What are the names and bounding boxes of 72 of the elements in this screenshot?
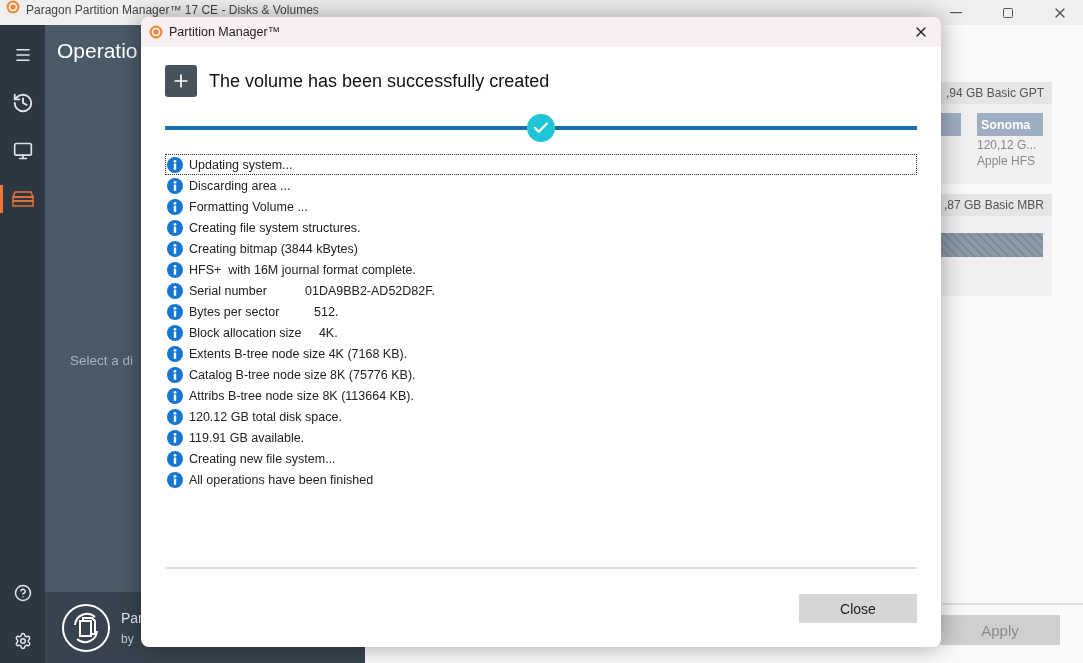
help-icon xyxy=(13,584,32,602)
log-text: 119.91 GB available. xyxy=(189,430,305,445)
vendor-text: by xyxy=(121,631,134,646)
log-entry[interactable]: HFS+ with 16M journal format complete. xyxy=(165,259,917,280)
log-text: All operations have been finished xyxy=(189,472,374,487)
panel-heading: Operatio xyxy=(57,39,138,63)
info-icon xyxy=(167,387,183,404)
log-entry[interactable]: 120.12 GB total disk space. xyxy=(165,406,917,427)
info-icon xyxy=(167,429,183,446)
log-entry[interactable]: 119.91 GB available. xyxy=(165,427,917,448)
clock-icon xyxy=(11,92,34,114)
info-icon xyxy=(167,471,183,488)
log-text: Serial number 01DA9BB2-AD52D82F. xyxy=(189,283,435,298)
log-entry[interactable]: Creating bitmap (3844 kBytes) xyxy=(165,238,917,259)
log-text: Updating system... xyxy=(189,157,293,172)
log-text: Catalog B-tree node size 8K (75776 KB). xyxy=(189,367,416,382)
log-entry[interactable]: Extents B-tree node size 4K (7168 KB). xyxy=(165,343,917,364)
settings-icon xyxy=(13,632,32,650)
info-icon xyxy=(167,240,183,257)
info-icon xyxy=(167,324,183,341)
monitor-icon xyxy=(12,141,33,161)
log-text: Bytes per sector 512. xyxy=(189,304,339,319)
file-system: Apple HFS xyxy=(977,154,1037,168)
log-entry[interactable]: Attribs B-tree node size 8K (113664 KB). xyxy=(165,385,917,406)
info-icon xyxy=(167,219,183,236)
app-logo-icon xyxy=(149,25,163,39)
info-icon xyxy=(167,198,183,215)
hint-text: Select a di xyxy=(70,353,134,368)
log-text: Creating bitmap (3844 kBytes) xyxy=(189,241,358,256)
log-entry[interactable]: Updating system... xyxy=(165,154,917,175)
stacked-drives-icon xyxy=(11,191,34,207)
log-entry[interactable]: Catalog B-tree node size 8K (75776 KB). xyxy=(165,364,917,385)
info-icon xyxy=(167,261,183,278)
dialog-heading: The volume has been successfully created xyxy=(209,70,550,92)
log-entry[interactable]: Creating new file system... xyxy=(165,448,917,469)
log-text: Creating new file system... xyxy=(189,451,336,466)
log-entry[interactable]: Bytes per sector 512. xyxy=(165,301,917,322)
plus-icon xyxy=(165,65,197,97)
volume-size: 120,12 G... xyxy=(977,138,1038,152)
dialog-title: Partition Manager™ xyxy=(169,25,282,39)
maximize-icon xyxy=(1002,6,1014,19)
log-text: 120.12 GB total disk space. xyxy=(189,409,342,424)
disk-header: ,87 GB Basic MBR xyxy=(943,198,1044,212)
close-dialog-button[interactable]: Close xyxy=(799,594,917,623)
log-entry[interactable]: Block allocation size 4K. xyxy=(165,322,917,343)
log-text: HFS+ with 16M journal format complete. xyxy=(189,262,416,277)
info-icon xyxy=(167,282,183,299)
log-text: Creating file system structures. xyxy=(189,220,361,235)
info-icon xyxy=(167,177,183,194)
info-icon xyxy=(167,450,183,467)
log-entry[interactable]: All operations have been finished xyxy=(165,469,917,490)
product-name: Par xyxy=(121,609,143,626)
log-text: Extents B-tree node size 4K (7168 KB). xyxy=(189,346,408,361)
log-entry[interactable]: Serial number 01DA9BB2-AD52D82F. xyxy=(165,280,917,301)
log-text: Formatting Volume ... xyxy=(189,199,308,214)
log-text: Attribs B-tree node size 8K (113664 KB). xyxy=(189,388,414,403)
menu-icon xyxy=(13,46,32,64)
info-icon xyxy=(167,366,183,383)
log-text: Block allocation size 4K. xyxy=(189,325,338,340)
disk-header: ,94 GB Basic GPT xyxy=(945,86,1044,100)
info-icon xyxy=(167,345,183,362)
info-icon xyxy=(167,303,183,320)
log-entry[interactable]: Formatting Volume ... xyxy=(165,196,917,217)
log-entry[interactable]: Creating file system structures. xyxy=(165,217,917,238)
app-logo-icon xyxy=(6,0,20,14)
info-icon xyxy=(167,408,183,425)
info-icon xyxy=(167,156,183,173)
log-text: Discarding area ... xyxy=(189,178,291,193)
minimize-icon xyxy=(950,11,962,14)
log-entry[interactable]: Discarding area ... xyxy=(165,175,917,196)
app-logo-icon xyxy=(61,602,111,653)
window-title: Paragon Partition Manager™ 17 CE - Disks & Volumes xyxy=(26,4,320,17)
